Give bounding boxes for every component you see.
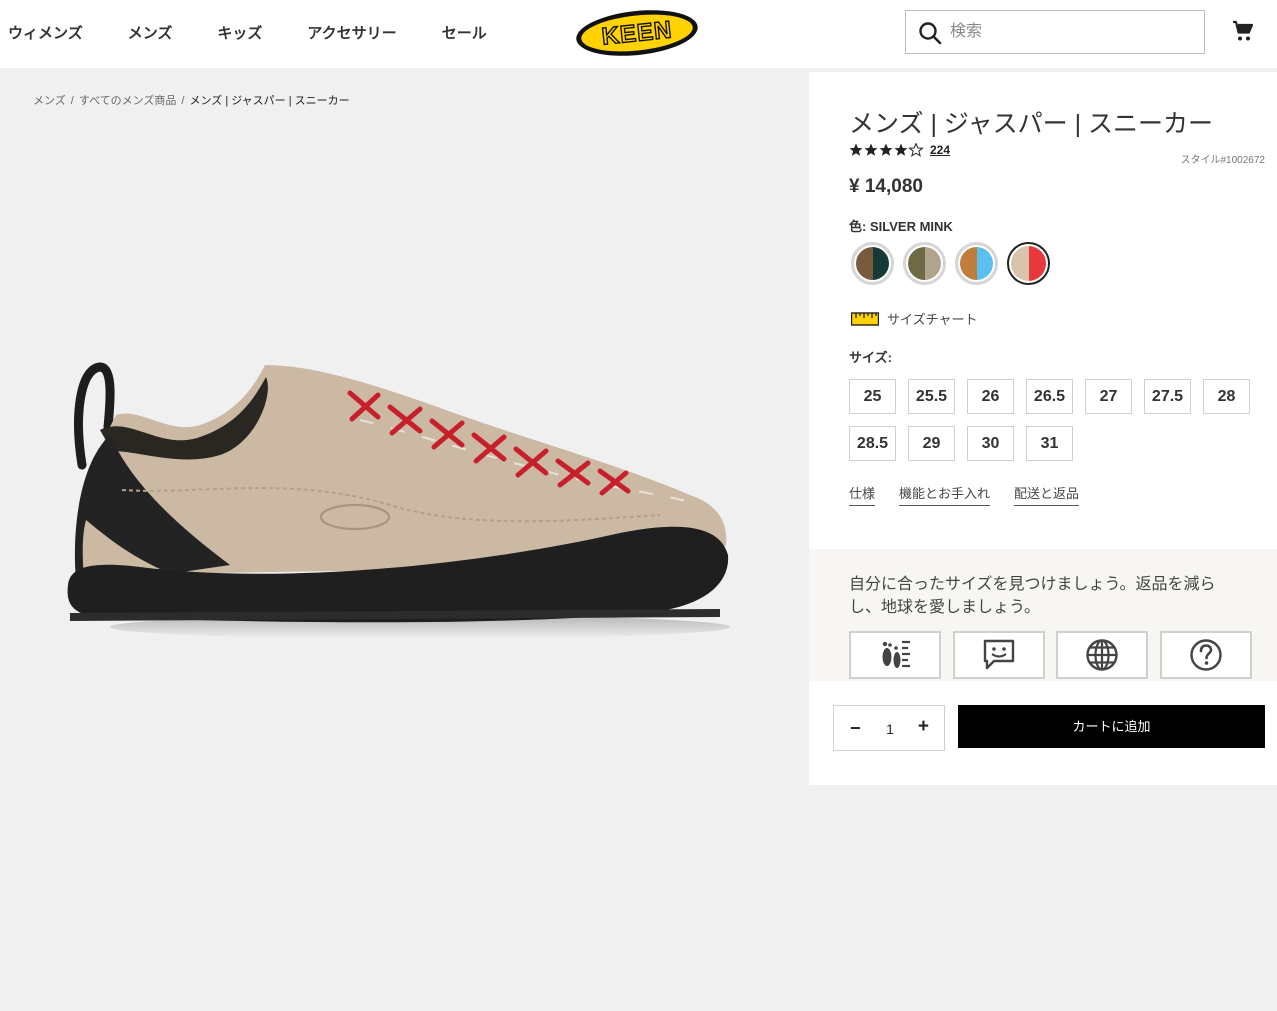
color-swatch-brown-dark-green[interactable] — [851, 242, 894, 285]
ruler-icon — [851, 311, 879, 326]
size-option[interactable]: 25 — [849, 379, 896, 414]
style-number: スタイル#1002672 — [1180, 155, 1266, 166]
tab-shipping-returns[interactable]: 配送と返品 — [1014, 483, 1080, 506]
keen-logo[interactable]: KEEN — [574, 8, 700, 58]
color-swatch-olive-tan[interactable] — [903, 242, 946, 285]
site-header: ウィメンズ メンズ キッズ アクセサリー セール KEEN — [0, 0, 1277, 68]
product-title: メンズ | ジャスパー | スニーカー — [849, 110, 1214, 138]
product-image[interactable] — [60, 355, 740, 650]
nav-item-sale[interactable]: セール — [442, 22, 487, 43]
globe-icon — [1086, 639, 1118, 671]
chat-icon — [983, 639, 1015, 670]
fit-finder-globe-button[interactable] — [1056, 631, 1148, 679]
size-chart-label: サイズチャート — [887, 312, 978, 327]
foot-measure-icon — [882, 640, 910, 668]
fit-finder: 自分に合ったサイズを見つけましょう。返品を減らし、地球を愛しましょう。 — [809, 549, 1277, 681]
size-chart-link[interactable]: サイズチャート — [851, 309, 977, 328]
breadcrumb-separator: / — [70, 95, 74, 107]
size-option[interactable]: 30 — [967, 426, 1014, 461]
shopping-cart-icon — [1233, 20, 1254, 41]
size-option[interactable]: 26.5 — [1026, 379, 1073, 414]
color-swatch-silver-mink[interactable] — [1007, 242, 1050, 285]
size-option[interactable]: 28.5 — [849, 426, 896, 461]
rating[interactable]: 224 — [849, 143, 950, 157]
star-rating-icon — [849, 143, 923, 157]
size-option[interactable]: 26 — [967, 379, 1014, 414]
color-label: 色: SILVER MINK — [849, 216, 953, 235]
fit-finder-help-button[interactable] — [1160, 631, 1252, 679]
product-info-tabs: 仕様 機能とお手入れ 配送と返品 — [849, 483, 1103, 506]
tab-features-care[interactable]: 機能とお手入れ — [899, 483, 991, 506]
size-label: サイズ: — [849, 350, 892, 365]
breadcrumb-separator: / — [181, 95, 185, 107]
add-to-cart-button[interactable]: カートに追加 — [958, 705, 1265, 748]
nav-item-kids[interactable]: キッズ — [217, 22, 262, 43]
cart-button[interactable] — [1231, 19, 1255, 48]
fit-finder-foot-button[interactable] — [849, 631, 941, 679]
nav-item-accessories[interactable]: アクセサリー — [307, 22, 396, 43]
size-option[interactable]: 27 — [1085, 379, 1132, 414]
size-option[interactable]: 28 — [1203, 379, 1250, 414]
quantity-stepper: − 1 + — [833, 705, 945, 751]
main-nav: ウィメンズ メンズ キッズ アクセサリー セール — [8, 22, 532, 43]
size-option[interactable]: 25.5 — [908, 379, 955, 414]
search-icon[interactable] — [918, 21, 942, 45]
breadcrumb-mens[interactable]: メンズ — [33, 95, 66, 107]
search-input[interactable] — [950, 20, 1190, 44]
breadcrumb: メンズ / すべてのメンズ商品 / メンズ | ジャスパー | スニーカー — [33, 92, 350, 108]
color-swatch-caramel-sky[interactable] — [955, 242, 998, 285]
nav-item-mens[interactable]: メンズ — [128, 22, 173, 43]
color-label-prefix: 色: — [849, 219, 867, 234]
tab-specs[interactable]: 仕様 — [849, 483, 876, 506]
quantity-increase-button[interactable]: + — [918, 717, 929, 736]
breadcrumb-all-mens[interactable]: すべてのメンズ商品 — [79, 95, 177, 107]
help-icon — [1190, 639, 1222, 671]
size-option[interactable]: 29 — [908, 426, 955, 461]
fit-finder-chat-button[interactable] — [953, 631, 1045, 679]
size-option[interactable]: 27.5 — [1144, 379, 1191, 414]
review-count-link[interactable]: 224 — [930, 143, 950, 157]
nav-item-womens[interactable]: ウィメンズ — [8, 22, 83, 43]
fit-finder-text: 自分に合ったサイズを見つけましょう。返品を減らし、地球を愛しましょう。 — [849, 576, 1216, 616]
breadcrumb-current: メンズ | ジャスパー | スニーカー — [189, 95, 350, 107]
color-value: SILVER MINK — [869, 219, 953, 234]
quantity-value[interactable]: 1 — [834, 721, 946, 737]
search-box — [905, 10, 1205, 54]
product-panel: メンズ | ジャスパー | スニーカー 224 スタイル#1002672 ¥ 1… — [809, 72, 1277, 785]
product-price: ¥ 14,080 — [849, 176, 923, 197]
size-option[interactable]: 31 — [1026, 426, 1073, 461]
